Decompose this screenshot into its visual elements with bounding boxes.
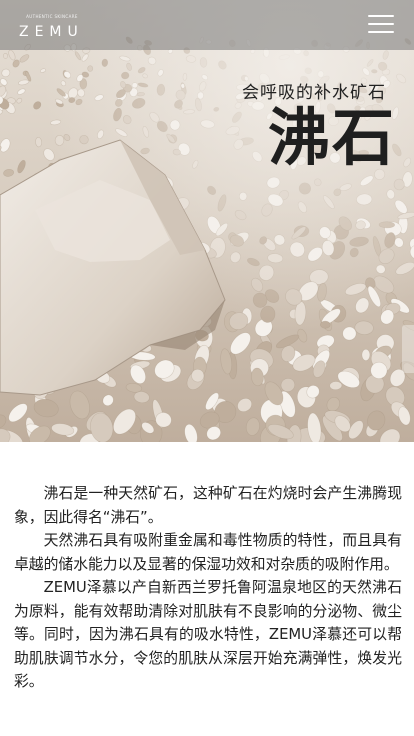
hero-title: 沸石	[267, 101, 396, 174]
hero-banner: 会呼吸的补水矿石 沸石	[0, 0, 414, 442]
logo-wordmark: ZEMU	[19, 24, 84, 40]
zemu-logo[interactable]: AUTHENTIC SKINCARE ZEMU	[19, 14, 89, 44]
hamburger-menu-icon[interactable]	[368, 13, 394, 35]
logo-tagline: AUTHENTIC SKINCARE	[26, 14, 78, 19]
side-tab-handle[interactable]	[402, 325, 414, 373]
paragraph: 沸石是一种天然矿石，这种矿石在灼烧时会产生沸腾现象，因此得名“沸石”。	[14, 485, 402, 526]
zeolite-stones-photo	[0, 0, 414, 442]
paragraph: 天然沸石具有吸附重金属和毒性物质的特性，而且具有卓越的储水能力以及显著的保湿功效…	[14, 532, 402, 573]
article-body: 沸石是一种天然矿石，这种矿石在灼烧时会产生沸腾现象，因此得名“沸石”。 天然沸石…	[14, 482, 402, 694]
paragraph: ZEMU泽慕以产自新西兰罗托鲁阿温泉地区的天然沸石为原料，能有效帮助清除对肌肤有…	[14, 579, 402, 690]
top-header: AUTHENTIC SKINCARE ZEMU	[0, 0, 414, 50]
